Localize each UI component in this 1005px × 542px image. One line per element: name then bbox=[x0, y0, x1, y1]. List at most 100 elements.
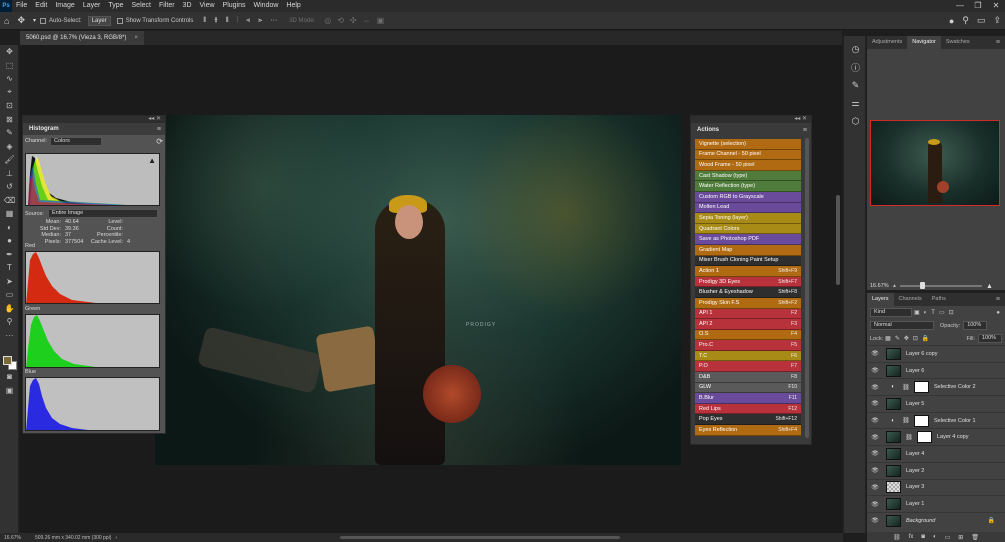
menu-layer[interactable]: Layer bbox=[79, 0, 105, 12]
panel-menu-icon[interactable]: ≡ bbox=[991, 36, 1005, 49]
lock-transparency-icon[interactable]: ▦ bbox=[885, 335, 891, 342]
type-tool-icon[interactable]: T bbox=[0, 261, 19, 275]
tab-adjustments[interactable]: Adjustments bbox=[867, 36, 907, 49]
layer-name[interactable]: Layer 6 copy bbox=[906, 351, 938, 357]
action-item[interactable]: Sepia Toning (layer) bbox=[695, 213, 801, 224]
search-icon[interactable]: ⚲ bbox=[962, 15, 969, 26]
layer-name[interactable]: Layer 2 bbox=[906, 468, 924, 474]
visibility-eye-icon[interactable]: 👁 bbox=[870, 417, 880, 424]
layer-kind-filter[interactable]: Kind bbox=[870, 308, 912, 317]
layer-row[interactable]: 👁 ◐ ⛓ Selective Color 1 bbox=[867, 411, 1005, 429]
layer-thumbnail[interactable] bbox=[886, 498, 901, 511]
panel-menu-icon[interactable]: ≡ bbox=[157, 126, 165, 133]
action-item[interactable]: Vignette (selection) bbox=[695, 139, 801, 150]
menu-3d[interactable]: 3D bbox=[179, 0, 196, 12]
visibility-eye-icon[interactable]: 👁 bbox=[870, 400, 880, 407]
group-icon[interactable]: ▭ bbox=[945, 534, 951, 541]
warning-icon[interactable]: ▲ bbox=[148, 156, 156, 165]
action-item[interactable]: Cast Shadow (type) bbox=[695, 170, 801, 182]
lock-position-icon[interactable]: ✥ bbox=[904, 335, 909, 342]
3d-roll-icon[interactable]: ⟲ bbox=[337, 16, 344, 25]
layer-row[interactable]: 👁 Layer 5 bbox=[867, 395, 1005, 412]
pixel-filter-icon[interactable]: ▣ bbox=[914, 309, 920, 316]
layer-name[interactable]: Layer 5 bbox=[906, 401, 924, 407]
zoom-tool-icon[interactable]: ⚲ bbox=[0, 315, 19, 329]
action-item[interactable]: Mixer Brush Cloning Paint Setup bbox=[695, 255, 801, 267]
eyedropper-tool-icon[interactable]: ✎ bbox=[0, 126, 19, 140]
tool-preset-chevron-icon[interactable]: ▾ bbox=[33, 17, 36, 24]
status-zoom[interactable]: 16.67% bbox=[4, 535, 21, 541]
vertical-scrollbar[interactable] bbox=[836, 195, 840, 285]
refresh-icon[interactable]: ⟳ bbox=[156, 137, 163, 146]
brush-tool-icon[interactable]: 🖌 bbox=[0, 153, 19, 167]
crop-tool-icon[interactable]: ⊡ bbox=[0, 99, 19, 113]
actions-title[interactable]: Actions bbox=[691, 124, 725, 136]
shape-tool-icon[interactable]: ▭ bbox=[0, 288, 19, 302]
layer-name[interactable]: Background bbox=[906, 518, 935, 524]
layer-thumbnail[interactable] bbox=[886, 364, 901, 377]
action-item[interactable]: Prodigy 3D Eyes Shift+F7 bbox=[695, 276, 801, 288]
3d-orbit-icon[interactable]: ◎ bbox=[324, 16, 331, 25]
move-tool-icon[interactable]: ✥ bbox=[17, 15, 25, 26]
3d-slide-icon[interactable]: ⇔ bbox=[363, 16, 371, 25]
panel-menu-icon[interactable]: ≡ bbox=[803, 127, 811, 134]
lock-pixels-icon[interactable]: ✎ bbox=[895, 335, 900, 342]
menu-select[interactable]: Select bbox=[128, 0, 155, 12]
type-filter-icon[interactable]: T bbox=[931, 310, 935, 316]
menu-file[interactable]: File bbox=[12, 0, 31, 12]
layer-row[interactable]: 👁 Layer 3 bbox=[867, 478, 1005, 496]
layer-mask-thumbnail[interactable] bbox=[914, 381, 929, 394]
layer-name[interactable]: Selective Color 2 bbox=[934, 384, 976, 390]
menu-help[interactable]: Help bbox=[282, 0, 304, 12]
zoom-slider[interactable] bbox=[899, 282, 982, 289]
document-tab[interactable]: 5060.psd @ 16.7% (Vieza 3, RGB/8*) × bbox=[20, 31, 144, 45]
horizontal-scrollbar[interactable] bbox=[340, 536, 620, 539]
layer-thumbnail[interactable] bbox=[886, 464, 901, 477]
color-swatches[interactable] bbox=[3, 356, 17, 370]
blur-tool-icon[interactable]: ◐ bbox=[0, 221, 19, 235]
action-item[interactable]: B.Blur F11 bbox=[695, 393, 801, 404]
action-item[interactable]: API 2 F3 bbox=[695, 319, 801, 330]
tab-channels[interactable]: Channels bbox=[894, 293, 927, 306]
align-right-icon[interactable]: ⫴ bbox=[226, 17, 229, 25]
zoom-in-icon[interactable]: ▲ bbox=[986, 283, 993, 290]
action-item[interactable]: API 1 F2 bbox=[695, 308, 801, 320]
restore-icon[interactable]: ❐ bbox=[969, 0, 987, 12]
properties-icon[interactable]: ⚌ bbox=[844, 94, 867, 112]
visibility-eye-icon[interactable]: 👁 bbox=[870, 350, 880, 357]
action-item[interactable]: D&B F8 bbox=[695, 372, 801, 383]
visibility-eye-icon[interactable]: 👁 bbox=[870, 434, 880, 441]
auto-select-checkbox[interactable] bbox=[40, 17, 46, 24]
action-item[interactable]: P.O F7 bbox=[695, 361, 801, 373]
home-icon[interactable]: ⌂ bbox=[4, 16, 9, 26]
workspace-icon[interactable]: ▭ bbox=[977, 15, 986, 26]
visibility-eye-icon[interactable]: 👁 bbox=[870, 384, 880, 391]
share-icon[interactable]: ⇪ bbox=[993, 15, 1001, 26]
layer-row[interactable]: 👁 Layer 6 copy bbox=[867, 345, 1005, 362]
action-item[interactable]: Eyes Reflection Shift+F4 bbox=[695, 425, 801, 436]
action-item[interactable]: Frame Channel - 50 pixel bbox=[695, 149, 801, 161]
quick-select-tool-icon[interactable]: ⌖ bbox=[0, 86, 19, 100]
3d-scale-icon[interactable]: ▣ bbox=[377, 16, 385, 25]
link-icon[interactable]: ⛓ bbox=[904, 434, 914, 441]
action-item[interactable]: Pro.C F5 bbox=[695, 340, 801, 351]
link-icon[interactable]: ⛓ bbox=[901, 384, 911, 391]
layer-name[interactable]: Selective Color 1 bbox=[934, 418, 976, 424]
3d-icon[interactable]: ⬡ bbox=[844, 112, 867, 130]
status-chevron-icon[interactable]: › bbox=[115, 535, 117, 541]
quick-mask-icon[interactable]: ◙ bbox=[0, 370, 19, 384]
dodge-tool-icon[interactable]: ● bbox=[0, 234, 19, 248]
layer-name[interactable]: Layer 6 bbox=[906, 368, 924, 374]
document-image[interactable]: PRODIGY bbox=[155, 115, 681, 465]
action-item[interactable]: GLW F10 bbox=[695, 382, 801, 394]
layer-thumbnail[interactable] bbox=[886, 514, 901, 527]
panel-grip[interactable]: ◂◂ ✕ bbox=[23, 116, 165, 123]
user-icon[interactable]: ● bbox=[949, 16, 954, 26]
link-icon[interactable]: ⛓ bbox=[893, 534, 901, 541]
new-layer-icon[interactable]: ⊞ bbox=[958, 534, 963, 541]
layer-row[interactable]: 👁 ⛓ Layer 4 copy bbox=[867, 428, 1005, 445]
adjustment-filter-icon[interactable]: ◐ bbox=[924, 310, 928, 316]
layer-mask-thumbnail[interactable] bbox=[914, 414, 929, 427]
action-item[interactable]: Action 1 Shift+F9 bbox=[695, 266, 801, 277]
align-middle-icon[interactable]: ⫷ bbox=[246, 17, 250, 25]
